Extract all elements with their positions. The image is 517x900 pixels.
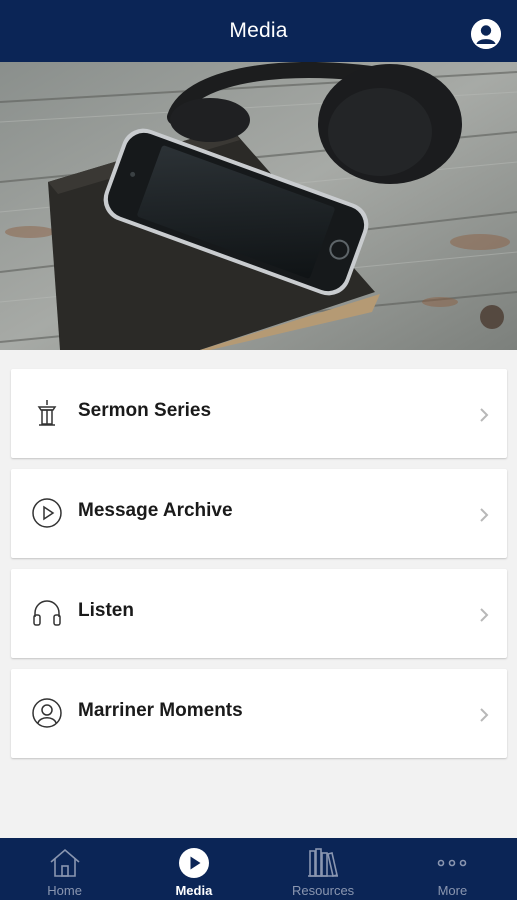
- menu-item-message-archive[interactable]: Message Archive: [11, 469, 507, 558]
- pulpit-icon: [31, 397, 63, 429]
- books-icon: [303, 846, 343, 880]
- user-profile-icon: [471, 19, 501, 49]
- play-circle-icon: [31, 497, 63, 529]
- menu-item-label: Marriner Moments: [78, 700, 243, 721]
- menu-item-sermon-series[interactable]: Sermon Series: [11, 369, 507, 458]
- tab-media[interactable]: Media: [129, 838, 258, 900]
- tab-label: Resources: [292, 883, 355, 898]
- menu-item-marriner-moments[interactable]: Marriner Moments: [11, 669, 507, 758]
- chevron-right-icon: [480, 608, 489, 622]
- hero-image: [0, 62, 517, 350]
- chevron-right-icon: [480, 508, 489, 522]
- page-title: Media: [229, 19, 288, 42]
- tab-label: Media: [175, 883, 213, 898]
- tab-label: More: [437, 883, 468, 898]
- home-icon: [45, 846, 85, 880]
- menu-item-label: Listen: [78, 600, 134, 621]
- play-circle-icon: [174, 846, 214, 880]
- bottom-tab-bar: Home Media Resources More: [0, 838, 517, 900]
- profile-button[interactable]: [471, 19, 501, 49]
- menu-item-listen[interactable]: Listen: [11, 569, 507, 658]
- chevron-right-icon: [480, 408, 489, 422]
- headphones-icon: [31, 597, 63, 629]
- top-bar: Media: [0, 0, 517, 62]
- chevron-right-icon: [480, 708, 489, 722]
- tab-label: Home: [47, 883, 82, 898]
- more-dots-icon: [432, 846, 472, 880]
- media-menu: Sermon Series Message Archive Listen Mar…: [11, 369, 507, 769]
- person-circle-icon: [31, 697, 63, 729]
- tab-home[interactable]: Home: [0, 838, 129, 900]
- tab-more[interactable]: More: [388, 838, 517, 900]
- tab-resources[interactable]: Resources: [259, 838, 388, 900]
- menu-item-label: Sermon Series: [78, 400, 212, 421]
- menu-item-label: Message Archive: [78, 500, 233, 521]
